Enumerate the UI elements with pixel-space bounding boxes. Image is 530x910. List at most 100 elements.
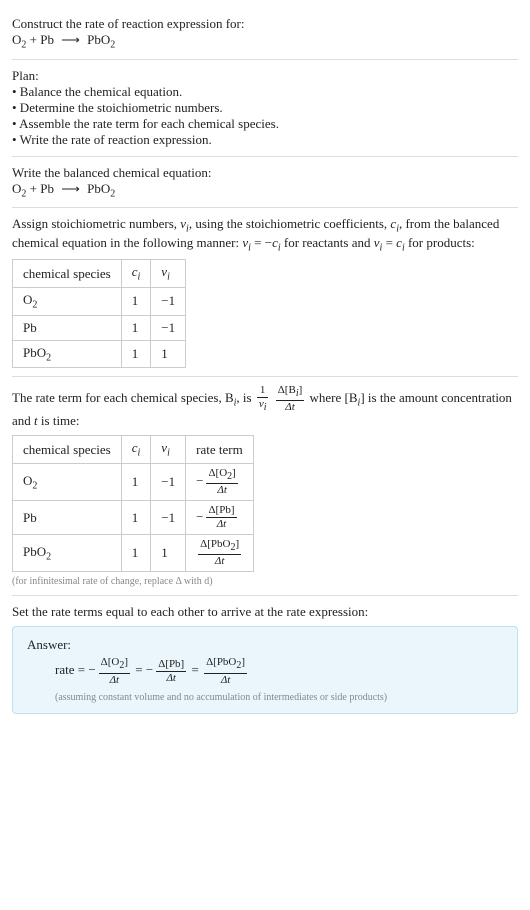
frac2-num: Δ[Bi]: [276, 385, 305, 401]
cell-ci: 1: [121, 340, 151, 368]
cell-ci: 1: [121, 315, 151, 340]
frac-pb-den: Δt: [206, 518, 236, 530]
rt-c: where [B: [310, 390, 358, 405]
neg-sign: −: [196, 509, 203, 524]
cell-ci: 1: [121, 287, 151, 315]
th-rate-term: rate term: [186, 436, 254, 464]
cell-ci: 1: [121, 535, 151, 572]
cell-nui: 1: [151, 535, 186, 572]
frac-do2-dt: Δ[O2]Δt: [206, 468, 237, 496]
eq-reactant: νi: [242, 235, 251, 250]
table-row: O2 1 −1: [13, 287, 186, 315]
cell-rate-term: −Δ[Pb]Δt: [186, 501, 254, 535]
equals-1: =: [135, 662, 146, 677]
th2-nui-i: i: [167, 448, 170, 459]
ans-pb-num: Δ[Pb]: [156, 659, 186, 672]
frac-o2-den: Δt: [206, 484, 237, 496]
rate-term-table: chemical species ci νi rate term O2 1 −1…: [12, 435, 254, 572]
set-equal-title: Set the rate terms equal to each other t…: [12, 604, 518, 620]
frac1-den: νi: [257, 398, 269, 413]
frac-ans-pb: Δ[Pb]Δt: [156, 659, 186, 684]
rt-b: , is: [236, 390, 254, 405]
cell-species: Pb: [13, 501, 122, 535]
cell-o: O: [23, 292, 32, 307]
frac-pbo2-num: Δ[PbO2]: [198, 539, 241, 555]
cell-pbo: PbO: [23, 345, 46, 360]
construct-title: Construct the rate of reaction expressio…: [12, 16, 518, 32]
frac1-num: 1: [257, 385, 269, 398]
ans-pbo2-num: Δ[PbO2]: [204, 657, 247, 673]
cell-nui: −1: [151, 287, 186, 315]
frac-pb-num: Δ[Pb]: [206, 505, 236, 518]
cell-species: Pb: [13, 315, 122, 340]
table-row: PbO2 1 1 Δ[PbO2]Δt: [13, 535, 254, 572]
cell-nui: 1: [151, 340, 186, 368]
eq2-o: O: [12, 181, 21, 196]
pbo2n-c: ]: [235, 538, 239, 550]
frac-dbi-dt: Δ[Bi] Δt: [276, 385, 305, 413]
stoich-text: Assign stoichiometric numbers, νi , using…: [12, 216, 518, 253]
apbo2-a: Δ[PbO: [206, 656, 236, 668]
cell-species: PbO2: [13, 535, 122, 572]
pbo2n-a: Δ[PbO: [200, 538, 230, 550]
eq2-plus: + Pb: [26, 181, 57, 196]
o2n-a: Δ[O: [208, 467, 227, 479]
th-species: chemical species: [13, 436, 122, 464]
table-row: Pb 1 −1 −Δ[Pb]Δt: [13, 501, 254, 535]
cell-nui: −1: [151, 315, 186, 340]
section-construct: Construct the rate of reaction expressio…: [12, 8, 518, 60]
answer-expression: rate = −Δ[O2]Δt = −Δ[Pb]Δt = Δ[PbO2]Δt: [55, 657, 503, 685]
cell-nui: −1: [151, 501, 186, 535]
ans-pb-den: Δt: [156, 672, 186, 684]
cell-species: O2: [13, 287, 122, 315]
stoich-table: chemical species ci νi O2 1 −1 Pb 1 −1 P…: [12, 259, 186, 368]
cell-rate-term: Δ[PbO2]Δt: [186, 535, 254, 572]
cell-o2: O: [23, 473, 32, 488]
ans-pbo2-den: Δt: [204, 674, 247, 686]
frac-ans-o2: Δ[O2]Δt: [99, 657, 130, 685]
cell-pbo2: PbO: [23, 544, 46, 559]
stoich-text-b: , using the stoichiometric coefficients,: [189, 216, 391, 231]
frac-one-over-nu: 1 νi: [257, 385, 269, 413]
table-row: chemical species ci νi rate term: [13, 436, 254, 464]
stoich-text-e: for products:: [405, 235, 475, 250]
section-rate-term: The rate term for each chemical species,…: [12, 377, 518, 596]
section-plan: Plan: • Balance the chemical equation. •…: [12, 60, 518, 157]
rt-a: The rate term for each chemical species,…: [12, 390, 234, 405]
cell-species: O2: [13, 463, 122, 500]
cell-ci: 1: [121, 463, 151, 500]
construct-equation: O2 + Pb ⟶ PbO2: [12, 32, 518, 51]
section-balanced: Write the balanced chemical equation: O 2…: [12, 157, 518, 209]
th-ci-i: i: [138, 272, 141, 283]
plan-title: Plan:: [12, 68, 518, 84]
neg-sign: −: [196, 473, 203, 488]
c-i: ci: [390, 216, 399, 231]
eq1-plus: + Pb: [26, 32, 57, 47]
cell-o-sub: 2: [32, 300, 37, 311]
frac2-num-c: ]: [299, 384, 303, 396]
neg-sign: −: [146, 662, 153, 677]
eq-p-eq: =: [382, 235, 396, 250]
eq2-pbo-sub: 2: [110, 188, 115, 199]
stoich-text-d: for reactants and: [281, 235, 374, 250]
section-set-equal: Set the rate terms equal to each other t…: [12, 596, 518, 721]
rate-term-caption: (for infinitesimal rate of change, repla…: [12, 576, 518, 587]
th-nui-i: i: [167, 272, 170, 283]
cell-ci: 1: [121, 501, 151, 535]
plan-item-1: • Balance the chemical equation.: [12, 84, 518, 100]
frac2-num-a: Δ[B: [278, 384, 296, 396]
eq1-o: O: [12, 32, 21, 47]
section-stoich: Assign stoichiometric numbers, νi , using…: [12, 208, 518, 377]
stoich-text-a: Assign stoichiometric numbers,: [12, 216, 180, 231]
rate-term-text: The rate term for each chemical species,…: [12, 385, 518, 429]
plan-item-3: • Assemble the rate term for each chemic…: [12, 116, 518, 132]
neg-sign: −: [88, 662, 95, 677]
o2n-c: ]: [232, 467, 236, 479]
frac-ans-pbo2: Δ[PbO2]Δt: [204, 657, 247, 685]
balanced-title: Write the balanced chemical equation:: [12, 165, 518, 181]
frac1-den-i: i: [264, 402, 267, 413]
apbo2-c: ]: [241, 656, 245, 668]
th-nui: νi: [151, 260, 186, 288]
rt-e: is time:: [38, 413, 80, 428]
rate-equals: rate =: [55, 662, 88, 677]
